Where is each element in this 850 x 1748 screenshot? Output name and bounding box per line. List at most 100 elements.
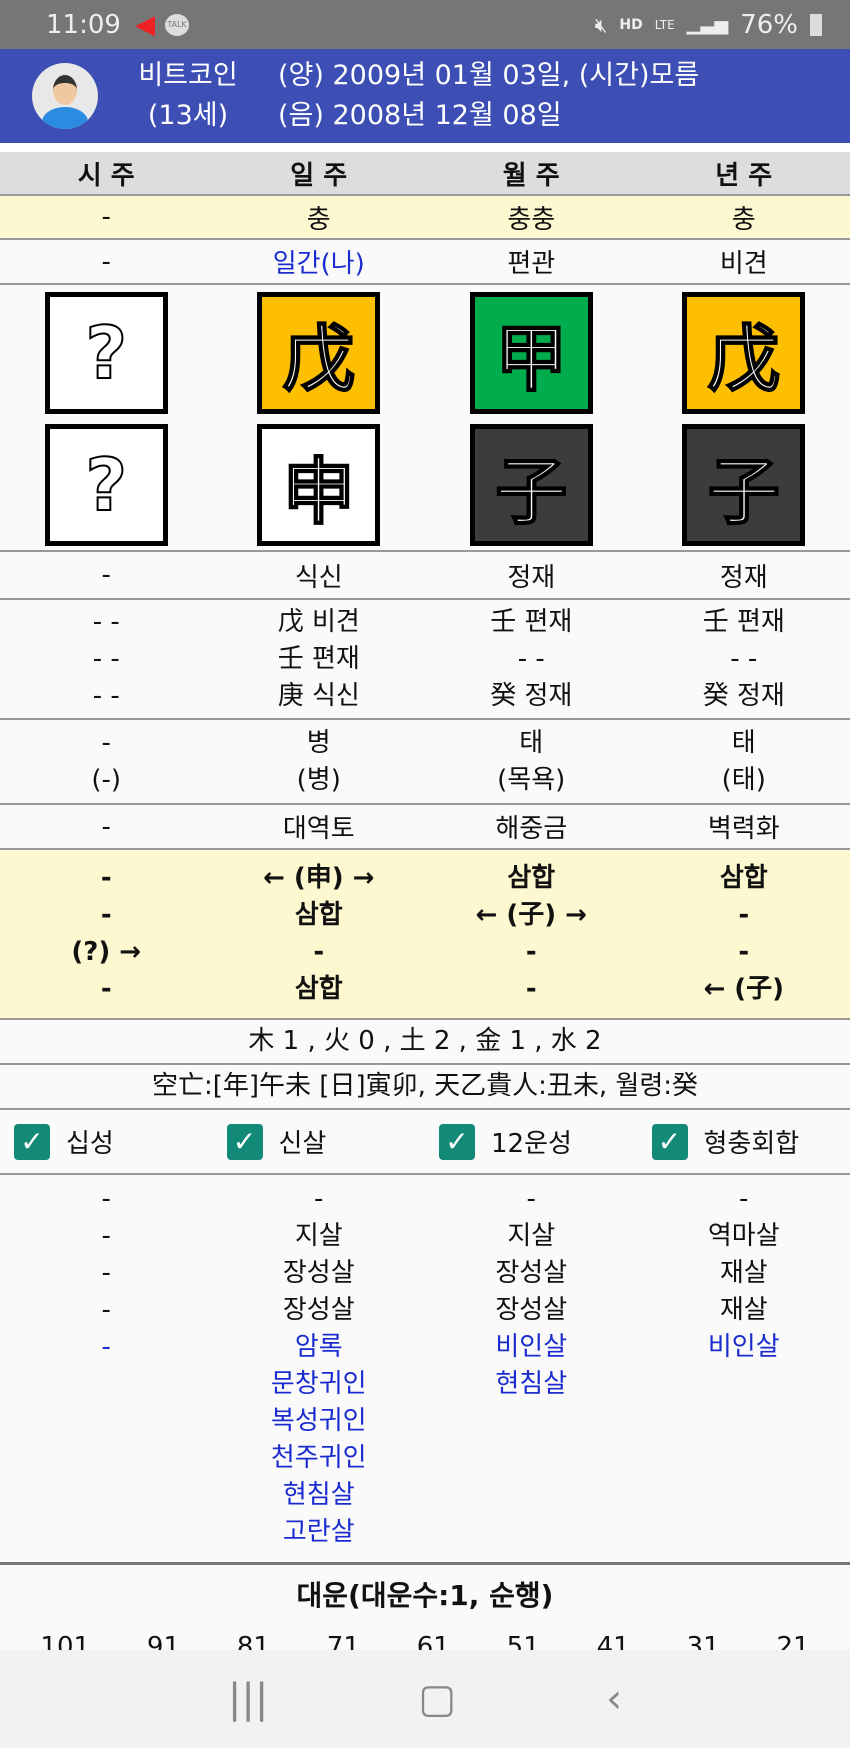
hyung-chung-cell: - - (?) → - xyxy=(0,850,213,1018)
recent-apps-button[interactable]: ||| xyxy=(228,1676,268,1722)
sinsal-line: 천주귀인 xyxy=(270,1443,367,1473)
hyung-chung-line: - xyxy=(100,863,112,893)
clock: 11:09 xyxy=(46,9,121,40)
home-button[interactable]: ▢ xyxy=(418,1676,456,1722)
napeum-cell: 벽력화 xyxy=(707,814,780,844)
ohang-row: 木 1 , 火 0 , 土 2 , 金 1 , 水 2 xyxy=(0,1020,850,1065)
stem-sipsung-cell: 편관 xyxy=(507,249,556,279)
stem-sipsung-cell: 일간(나) xyxy=(272,249,365,279)
hidden-stems-line: - - xyxy=(92,680,120,711)
hyung-chung-line: - xyxy=(100,900,112,930)
hyung-chung-line: ← (申) → xyxy=(263,863,375,893)
twelve-unseong-line: - xyxy=(101,727,111,758)
stem-char: 戊 xyxy=(282,316,356,402)
hyung-chung-line: - xyxy=(525,937,537,967)
option-checkboxes: ✓ 십성 ✓ 신살 ✓ 12운성 ✓ 형충회합 xyxy=(0,1110,850,1175)
battery-level: 76% xyxy=(740,9,798,40)
sinsal-line: - xyxy=(101,1295,111,1325)
sinsal-line: 재살 xyxy=(719,1258,768,1288)
twelve-unseong-line: (태) xyxy=(721,764,766,795)
checkbox-checked-icon[interactable]: ✓ xyxy=(439,1123,475,1160)
hd-voice-icon: HD xyxy=(619,16,643,33)
hyung-chung-line: ← (子) → xyxy=(475,900,587,930)
stem-box: 甲 xyxy=(469,291,593,414)
hidden-stems-line: 壬 편재 xyxy=(490,606,573,637)
branch-sipsung-cell: 식신 xyxy=(294,562,343,593)
branches-cell: 申 xyxy=(213,424,426,546)
hidden-stems-line: 癸 정재 xyxy=(702,680,785,711)
checkbox-checked-icon[interactable]: ✓ xyxy=(651,1123,688,1160)
branch-box: 子 xyxy=(469,424,593,546)
profile-header: 비트코인 (13세) (양) 2009년 01월 03일, (시간)모름 (음) 2… xyxy=(0,49,850,143)
hyung-chung-line: 삼합 xyxy=(294,974,343,1004)
column-header-cell: 시 주 xyxy=(77,160,135,191)
hidden-stems-line: - - xyxy=(730,643,758,674)
chung-cell: - xyxy=(101,202,111,232)
daeun-title: 대운(대운수:1, 순행) xyxy=(296,1579,554,1612)
branch-sipsung-cell: 정재 xyxy=(719,562,768,593)
twelve-unseong-cell: 태 (태) xyxy=(638,720,850,803)
stem-box: 戊 xyxy=(257,291,381,414)
profile-name: 비트코인 xyxy=(138,60,238,91)
column-header-row: 시 주일 주월 주년 주 xyxy=(0,152,850,196)
sinsal-line: 역마살 xyxy=(707,1221,780,1251)
checkbox-3[interactable]: ✓ 형충회합 xyxy=(638,1123,850,1160)
stems-cell: 戊 xyxy=(213,291,426,414)
profile-age: (13세) xyxy=(147,100,229,131)
hidden-stems-line: 庚 식신 xyxy=(277,680,360,711)
sinsal-line: 복성귀인 xyxy=(270,1406,367,1436)
hyung-chung-line: (?) → xyxy=(71,937,142,967)
lunar-date: (음) 2008년 12월 08일 xyxy=(278,100,562,131)
checkbox-0[interactable]: ✓ 십성 xyxy=(0,1123,213,1160)
sinsal-line: 비인살 xyxy=(707,1332,780,1362)
stems-row: ? 戊 甲 戊 xyxy=(0,285,850,420)
branch-sipsung-cell: 정재 xyxy=(507,562,556,593)
hyung-chung-line: - xyxy=(313,937,325,967)
checkbox-2[interactable]: ✓ 12운성 xyxy=(425,1123,638,1160)
signal-icon: ▁▃▅ xyxy=(686,14,729,35)
checkbox-label: 12운성 xyxy=(491,1129,572,1159)
sinsal-line: - xyxy=(101,1221,111,1251)
napeum-cell: 대역토 xyxy=(282,814,355,844)
branches-row: ? 申 子 子 xyxy=(0,420,850,552)
sinsal-line: 장성살 xyxy=(495,1295,568,1325)
sinsal-line: 비인살 xyxy=(495,1332,568,1362)
hidden-stems-row: - - - - - - 戊 비견 壬 편재 庚 식신 壬 편재 - - 癸 정재 壬 편재 - - 癸… xyxy=(0,600,850,720)
branch-sipsung-row: - 식신 정재 정재 xyxy=(0,552,850,600)
lte-icon: LTE xyxy=(654,17,675,32)
sinsal-line: 재살 xyxy=(719,1295,768,1325)
sinsal-line: - xyxy=(101,1258,111,1288)
branch-char: 申 xyxy=(282,449,356,535)
branch-box: ? xyxy=(44,424,168,546)
checkbox-label: 십성 xyxy=(66,1129,114,1159)
hyung-chung-row: - - (?) → - ← (申) → 삼합 - 삼합 삼합 ← (子) → - - 삼합 - - ← (子) xyxy=(0,850,850,1020)
sinsal-line: - xyxy=(739,1184,749,1214)
stems-cell: ? xyxy=(0,291,213,414)
sinsal-line: - xyxy=(101,1184,111,1214)
sinsal-line: 고란살 xyxy=(282,1517,355,1547)
stem-char: 甲 xyxy=(494,316,568,402)
megaphone-icon: ◀ xyxy=(134,9,155,40)
branch-char: ? xyxy=(84,442,128,528)
stem-char: ? xyxy=(84,310,128,396)
avatar[interactable] xyxy=(32,63,98,129)
checkbox-checked-icon[interactable]: ✓ xyxy=(14,1123,50,1160)
hidden-stems-line: - - xyxy=(92,606,120,637)
hyung-chung-line: 삼합 xyxy=(507,863,556,893)
sinsal-line: 장성살 xyxy=(282,1258,355,1288)
chung-cell: 충충 xyxy=(507,204,556,235)
branches-cell: 子 xyxy=(425,424,638,546)
checkbox-1[interactable]: ✓ 신살 xyxy=(213,1123,426,1160)
twelve-unseong-line: 태 xyxy=(519,727,544,758)
hidden-stems-line: 壬 편재 xyxy=(277,643,360,674)
sinsal-cell: - 지살 장성살 장성살 비인살 현침살 xyxy=(425,1181,638,1403)
checkbox-checked-icon[interactable]: ✓ xyxy=(226,1123,263,1160)
branches-cell: ? xyxy=(0,424,213,546)
twelve-unseong-cell: 병 (병) xyxy=(213,720,426,803)
twelve-unseong-line: 태 xyxy=(731,727,756,758)
back-button[interactable]: ‹ xyxy=(606,1676,622,1722)
hidden-stems-line: 壬 편재 xyxy=(702,606,785,637)
twelve-unseong-line: (목욕) xyxy=(497,764,566,795)
saju-table: 시 주일 주월 주년 주 - 충 충충 충 - 일간(나) 편관 비견? 戊甲戊? 申子子 - 식신 정재… xyxy=(0,152,850,1657)
sinsal-line: 장성살 xyxy=(495,1258,568,1288)
